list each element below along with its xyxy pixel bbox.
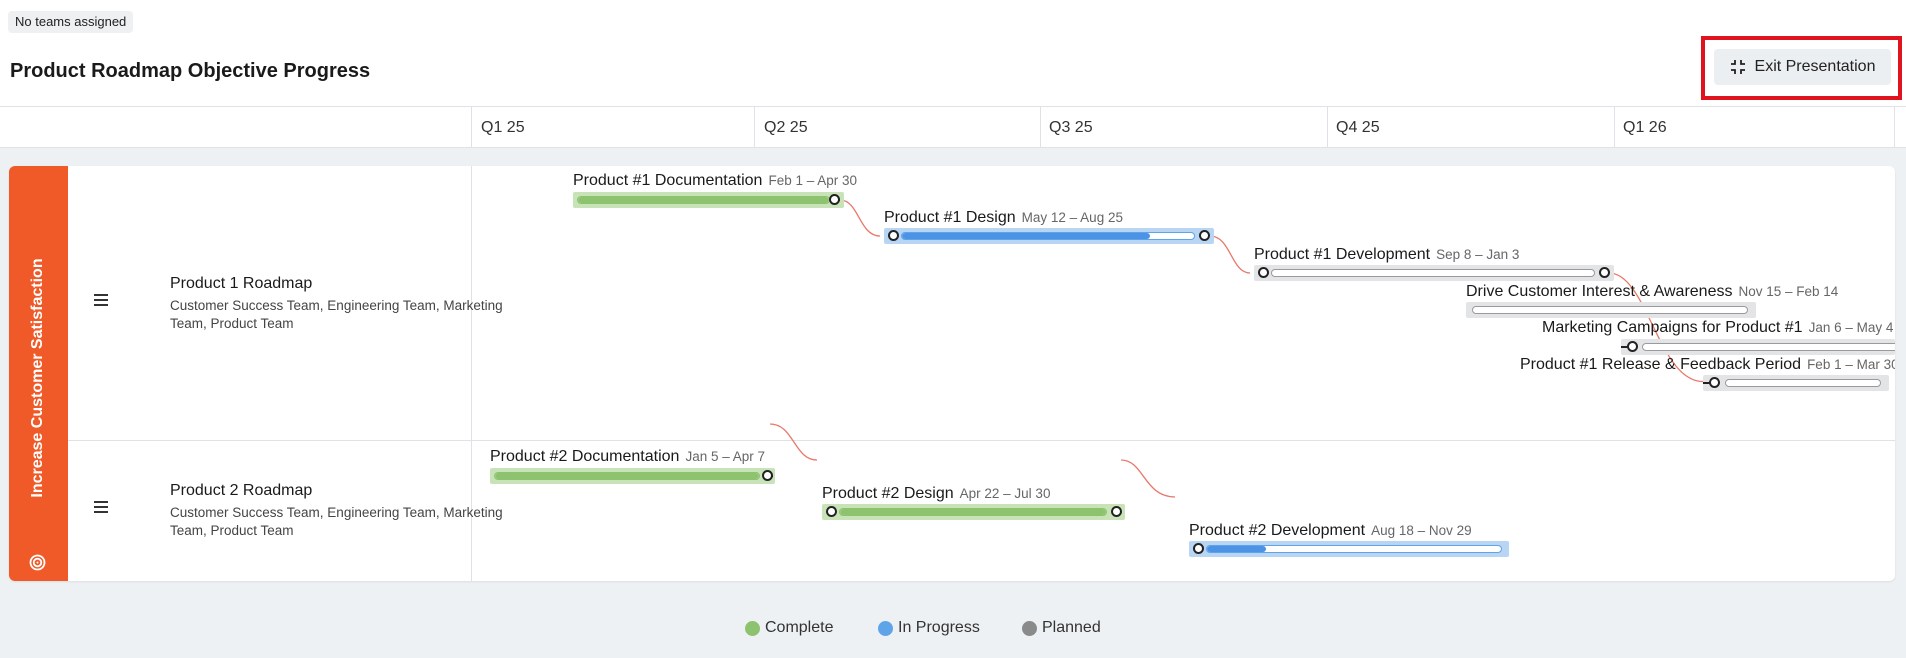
item-bar[interactable] (884, 228, 1214, 244)
legend-complete: Complete (745, 619, 833, 637)
dependency-handle[interactable] (1627, 341, 1638, 352)
progress-fill (840, 509, 1106, 515)
legend-dot (1022, 620, 1037, 636)
roadmap-item[interactable]: Product #1 Design May 12 – Aug 25 (884, 209, 1123, 227)
item-bar[interactable] (1254, 265, 1614, 281)
item-bar[interactable] (490, 468, 775, 484)
collapse-icon (1730, 60, 1745, 74)
item-bar[interactable] (1703, 375, 1889, 391)
legend-planned: Planned (1022, 619, 1101, 637)
no-teams-badge: No teams assigned (8, 11, 134, 33)
dependency-handle[interactable] (1258, 267, 1269, 278)
progress-fill (495, 473, 759, 479)
roadmap-item[interactable]: Marketing Campaigns for Product #1 Jan 6 … (1542, 319, 1893, 337)
item-dates: Jan 5 – Apr 7 (685, 449, 766, 464)
roadmap-item[interactable]: Product #1 Documentation Feb 1 – Apr 30 (573, 172, 857, 190)
quarter-divider (1894, 107, 1895, 148)
item-dates: Aug 18 – Nov 29 (1371, 523, 1472, 538)
roadmap-item[interactable]: Product #1 Development Sep 8 – Jan 3 (1254, 246, 1519, 264)
page-title: Product Roadmap Objective Progress (10, 60, 371, 82)
item-bar[interactable] (1189, 541, 1509, 557)
item-title: Marketing Campaigns for Product #1 (1542, 319, 1803, 336)
legend-in-progress: In Progress (878, 619, 980, 637)
legend-label: Planned (1042, 619, 1101, 636)
item-bar[interactable] (822, 504, 1125, 520)
roadmap-item[interactable]: Product #2 Development Aug 18 – Nov 29 (1189, 522, 1472, 540)
exit-presentation-button[interactable]: Exit Presentation (1714, 49, 1891, 85)
item-dates: Apr 22 – Jul 30 (959, 486, 1051, 501)
quarter-label: Q2 25 (764, 119, 808, 136)
dependency-handle[interactable] (826, 506, 837, 517)
item-bar[interactable] (1466, 302, 1756, 318)
item-bar[interactable] (573, 192, 844, 208)
item-dates: Nov 15 – Feb 14 (1738, 284, 1839, 299)
dependency-line (839, 199, 881, 237)
item-dates: Sep 8 – Jan 3 (1436, 247, 1520, 262)
roadmap-item[interactable]: Product #1 Release & Feedback Period Feb … (1520, 356, 1895, 374)
legend-label: Complete (765, 619, 834, 636)
exit-presentation-label: Exit Presentation (1754, 58, 1876, 75)
dependency-handle[interactable] (888, 230, 899, 241)
roadmap-item[interactable]: Product #2 Documentation Jan 5 – Apr 7 (490, 448, 765, 466)
dependency-handle[interactable] (1709, 377, 1720, 388)
item-title: Product #1 Documentation (573, 172, 763, 189)
dependency-handle[interactable] (1599, 267, 1610, 278)
dependency-line (1120, 459, 1176, 498)
item-title: Product #1 Design (884, 209, 1016, 226)
quarter-label: Q1 26 (1623, 119, 1667, 136)
legend-label: In Progress (898, 619, 980, 636)
dependency-line (1209, 235, 1251, 274)
legend-dot (745, 620, 760, 636)
quarter-divider (1327, 107, 1328, 148)
quarter-divider (1614, 107, 1615, 148)
dependency-handle[interactable] (1193, 543, 1204, 554)
item-title: Product #2 Documentation (490, 448, 680, 465)
quarter-label: Q1 25 (481, 119, 525, 136)
timeline-header: Q1 25 Q2 25 Q3 25 Q4 25 Q1 26 (0, 106, 1906, 148)
roadmap-item[interactable]: Product #2 Design Apr 22 – Jul 30 (822, 485, 1050, 503)
item-bar[interactable] (1621, 339, 1895, 355)
progress-fill (1207, 546, 1266, 552)
item-title: Product #1 Release & Feedback Period (1520, 356, 1802, 373)
dependency-line (769, 423, 818, 461)
item-dates: Feb 1 – Mar 30 (1807, 357, 1895, 372)
quarter-divider (754, 107, 755, 148)
quarter-divider (471, 107, 472, 148)
quarter-divider (1040, 107, 1041, 148)
progress-fill (902, 233, 1151, 239)
objective-card: Increase Customer Satisfaction Product 1… (9, 166, 1895, 581)
item-dates: Feb 1 – Apr 30 (768, 173, 858, 188)
quarter-label: Q3 25 (1049, 119, 1093, 136)
dependency-handle[interactable] (1199, 230, 1210, 241)
dependency-handle[interactable] (829, 194, 840, 205)
quarter-label: Q4 25 (1336, 119, 1380, 136)
dependency-handle[interactable] (1111, 506, 1122, 517)
item-title: Drive Customer Interest & Awareness (1466, 283, 1733, 300)
legend-dot (878, 620, 893, 636)
item-dates: May 12 – Aug 25 (1021, 210, 1123, 225)
item-title: Product #2 Development (1189, 522, 1366, 539)
item-dates: Jan 6 – May 4 (1808, 320, 1894, 335)
progress-fill (578, 197, 829, 203)
item-title: Product #2 Design (822, 485, 954, 502)
roadmap-item[interactable]: Drive Customer Interest & Awareness Nov 1… (1466, 283, 1838, 301)
dependency-handle[interactable] (762, 470, 773, 481)
item-title: Product #1 Development (1254, 246, 1431, 263)
